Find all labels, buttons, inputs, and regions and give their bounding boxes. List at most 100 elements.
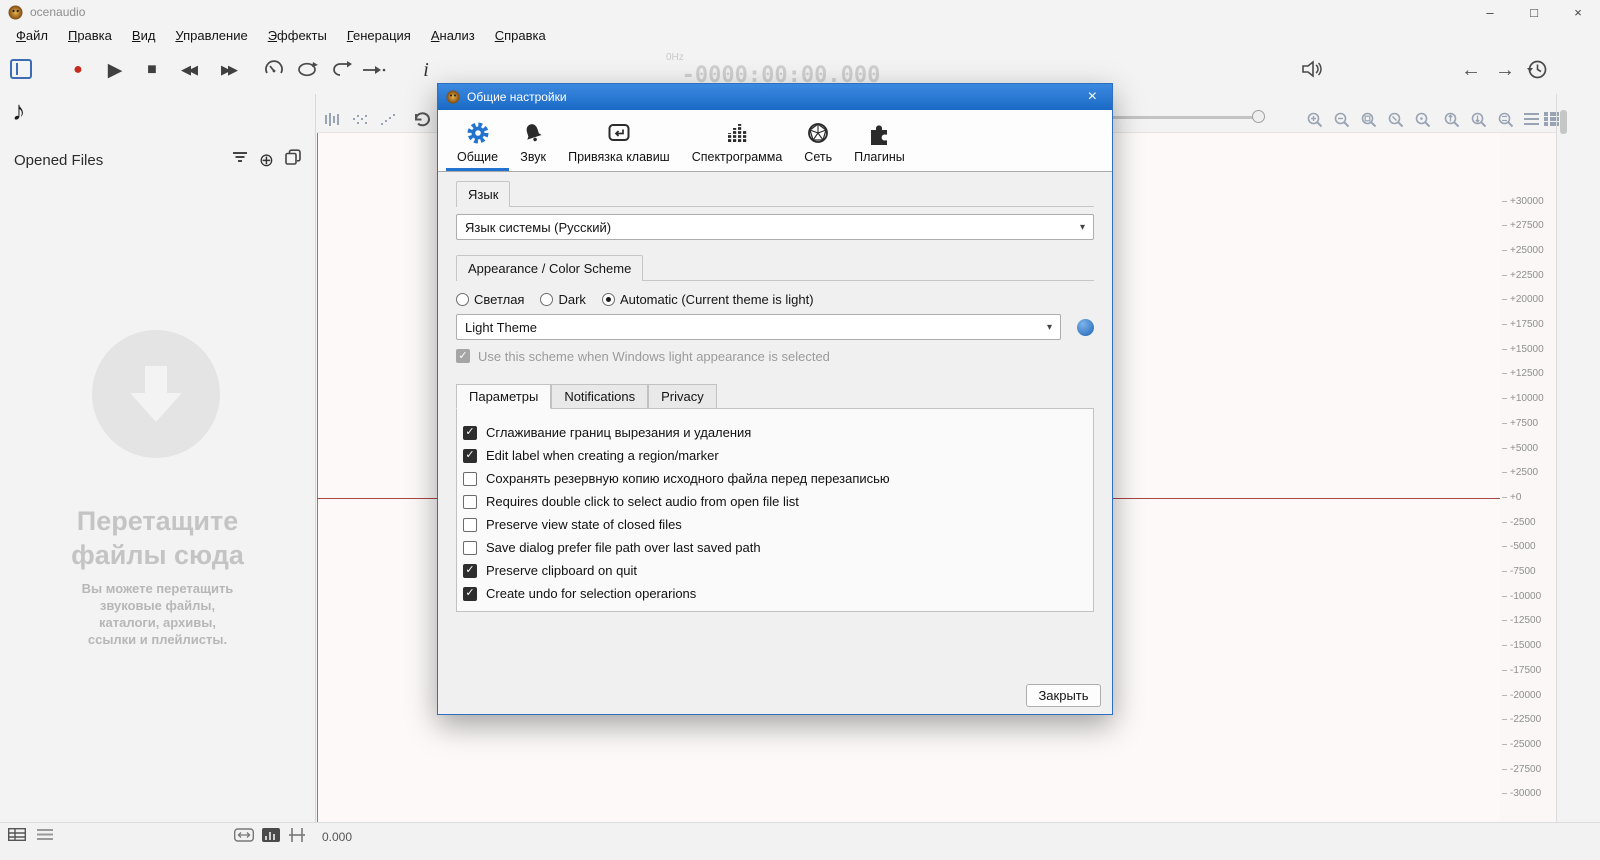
menu-item[interactable]: Анализ	[421, 25, 485, 46]
vertical-zoom-fit-icon[interactable]	[1497, 111, 1515, 129]
tab-spectrogram[interactable]: Спектрограмма	[681, 110, 794, 171]
dialog-close-action-button[interactable]: Закрыть	[1026, 684, 1101, 707]
theme-color-sphere-icon[interactable]	[1077, 318, 1094, 336]
channels-view-icon[interactable]	[289, 828, 305, 842]
navigate-forward-button[interactable]: →	[1492, 54, 1518, 86]
dialog-close-button[interactable]: ×	[1081, 85, 1104, 109]
option-row[interactable]: ✓ Preserve clipboard on quit	[461, 559, 1087, 582]
vertical-scrollbar[interactable]	[1560, 110, 1567, 134]
options-tab-bar: Параметры Notifications Privacy	[456, 384, 1094, 409]
stop-button[interactable]: ■	[138, 54, 166, 86]
option-checkbox[interactable]: ✓	[463, 563, 477, 578]
table-view-icon[interactable]	[8, 828, 26, 841]
subtab-notifications[interactable]: Notifications	[551, 384, 649, 409]
scale-label: +25000	[1502, 244, 1554, 256]
play-follow-icon[interactable]	[362, 64, 386, 76]
scale-label: +5000	[1502, 442, 1554, 454]
option-checkbox[interactable]: ✓	[463, 540, 477, 555]
radio-dark[interactable]: Dark	[540, 292, 586, 307]
option-checkbox[interactable]: ✓	[463, 448, 477, 463]
waveform-line-view-icon[interactable]	[380, 113, 397, 126]
record-button[interactable]: ●	[64, 54, 92, 86]
menu-item[interactable]: Генерация	[337, 25, 421, 46]
option-row[interactable]: ✓ Create undo for selection operarions	[461, 582, 1087, 605]
playback-cursor[interactable]	[317, 133, 318, 822]
navigate-back-button[interactable]: ←	[1458, 54, 1484, 86]
spectrogram-view-icon[interactable]	[262, 828, 280, 842]
menu-item[interactable]: Файл	[6, 25, 58, 46]
dialog-title-bar[interactable]: Общие настройки ×	[438, 84, 1112, 110]
drop-zone-icon[interactable]	[92, 330, 220, 458]
option-row[interactable]: ✓ Requires double click to select audio …	[461, 490, 1087, 513]
menu-item[interactable]: Эффекты	[258, 25, 337, 46]
fit-width-icon[interactable]	[234, 828, 254, 842]
tab-sound[interactable]: Звук	[509, 110, 557, 171]
zoom-in-icon[interactable]	[1306, 111, 1324, 129]
dialog-app-icon	[446, 90, 460, 104]
radio-automatic[interactable]: Automatic (Current theme is light)	[601, 292, 814, 307]
subtab-parameters[interactable]: Параметры	[456, 384, 552, 409]
minimize-button[interactable]: –	[1468, 0, 1512, 24]
scheme-note-row: ✓ Use this scheme when Windows light app…	[456, 348, 1094, 364]
radio-automatic-circle[interactable]	[601, 292, 615, 306]
radio-light[interactable]: Светлая	[456, 292, 524, 307]
option-checkbox[interactable]: ✓	[463, 586, 477, 601]
undo-icon[interactable]	[412, 111, 432, 128]
waveform-dots-view-icon[interactable]	[352, 113, 369, 126]
option-row[interactable]: ✓ Save dialog prefer file path over last…	[461, 536, 1087, 559]
tab-network[interactable]: Сеть	[793, 110, 843, 171]
options-pane: ✓ Сглаживание границ вырезания и удалени…	[456, 408, 1094, 612]
sidebar-toggle-icon[interactable]	[10, 59, 32, 79]
waveform-bars-view-icon[interactable]	[324, 113, 341, 126]
menu-item[interactable]: Правка	[58, 25, 122, 46]
language-select[interactable]: Язык системы (Русский) ▾	[456, 214, 1094, 240]
option-checkbox[interactable]: ✓	[463, 517, 477, 532]
speaker-icon[interactable]	[1300, 59, 1324, 79]
theme-select[interactable]: Light Theme ▾	[456, 314, 1062, 340]
vertical-zoom-out-icon[interactable]	[1470, 111, 1488, 129]
option-checkbox[interactable]: ✓	[463, 494, 477, 509]
menu-item[interactable]: Вид	[122, 25, 166, 46]
option-row[interactable]: ✓ Edit label when creating a region/mark…	[461, 444, 1087, 467]
loop-playback-icon[interactable]	[296, 61, 318, 78]
loop-exit-icon[interactable]	[328, 61, 352, 78]
vertical-zoom-in-icon[interactable]	[1443, 111, 1461, 129]
menu-item[interactable]: Управление	[165, 25, 257, 46]
add-file-icon[interactable]: ⊕	[259, 151, 274, 169]
maximize-button[interactable]: □	[1512, 0, 1556, 24]
radio-light-circle[interactable]	[456, 292, 469, 306]
tab-plugins[interactable]: Плагины	[843, 110, 916, 171]
marker-list-icon[interactable]	[1524, 112, 1539, 126]
history-icon[interactable]	[1526, 58, 1549, 81]
option-row[interactable]: ✓ Сохранять резервную копию исходного фа…	[461, 467, 1087, 490]
list-view-icon[interactable]	[37, 828, 53, 841]
close-button[interactable]: ×	[1556, 0, 1600, 24]
zoom-selection-icon[interactable]	[1387, 111, 1405, 129]
play-button[interactable]: ▶	[100, 54, 130, 86]
zoom-out-icon[interactable]	[1333, 111, 1351, 129]
fast-forward-button[interactable]: ▶▶	[208, 54, 248, 86]
scale-label: -2500	[1502, 516, 1554, 528]
zoom-fit-icon[interactable]	[1360, 111, 1378, 129]
info-icon[interactable]: i	[414, 54, 438, 86]
menu-item[interactable]: Справка	[485, 25, 556, 46]
rewind-button[interactable]: ◀◀	[168, 54, 208, 86]
playback-speed-icon[interactable]	[264, 59, 284, 79]
tab-general[interactable]: Общие	[446, 110, 510, 171]
option-row[interactable]: ✓ Сглаживание границ вырезания и удалени…	[461, 421, 1087, 444]
subtab-privacy[interactable]: Privacy	[648, 384, 717, 409]
volume-knob[interactable]	[1252, 110, 1265, 123]
ocenaudio-window: ocenaudio – □ × Файл Правка Вид Управление Э…	[0, 0, 1600, 860]
duplicate-icon[interactable]	[285, 149, 301, 170]
tab-key-bindings[interactable]: Привязка клавиш	[557, 110, 681, 171]
option-checkbox[interactable]: ✓	[463, 425, 477, 440]
option-checkbox[interactable]: ✓	[463, 471, 477, 486]
language-group-label: Язык	[456, 181, 511, 207]
frequency-readout: 0Hz	[666, 52, 684, 63]
zoom-original-icon[interactable]	[1414, 111, 1432, 129]
radio-dark-circle[interactable]	[540, 292, 554, 306]
equalizer-icon	[724, 120, 750, 146]
option-row[interactable]: ✓ Preserve view state of closed files	[461, 513, 1087, 536]
appearance-group-pane: Светлая Dark Automatic (Current theme is…	[456, 280, 1094, 374]
filter-icon[interactable]	[232, 150, 248, 169]
